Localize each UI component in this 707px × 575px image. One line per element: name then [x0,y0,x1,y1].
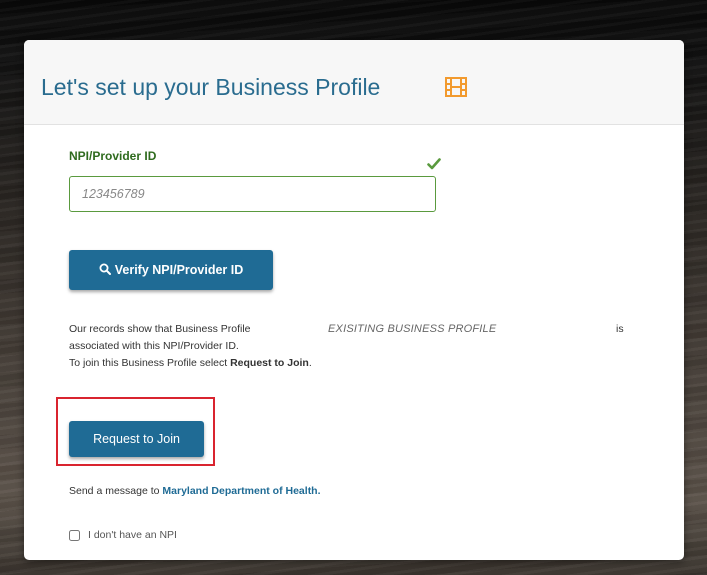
message-prefix: Send a message to [69,485,160,497]
film-icon [445,77,467,102]
records-line-1: Our records show that Business Profile E… [69,321,649,338]
records-text-1: Our records show that Business Profile [69,323,251,335]
records-text-2: associated with this NPI/Provider ID. [69,340,239,352]
card-header: Let's set up your Business Profile [24,40,684,125]
request-to-join-button[interactable]: Request to Join [69,421,204,457]
message-row: Send a message to Maryland Department of… [69,485,321,497]
no-npi-option[interactable]: I don't have an NPI [69,529,177,541]
search-icon [99,263,111,278]
page-title: Let's set up your Business Profile [41,74,381,100]
records-text-is: is [616,323,624,335]
no-npi-label: I don't have an NPI [88,529,177,541]
check-icon [427,157,441,175]
npi-label: NPI/Provider ID [69,149,157,163]
no-npi-checkbox[interactable] [69,529,80,541]
npi-input[interactable] [69,176,436,212]
business-profile-card: Let's set up your Business Profile NPI/P… [24,40,684,560]
records-period: . [308,357,312,369]
business-profile-name: EXISITING BUSINESS PROFILE [328,323,497,335]
verify-npi-label: Verify NPI/Provider ID [114,263,244,277]
verify-npi-button[interactable]: Verify NPI/Provider ID [69,250,273,290]
maryland-health-link[interactable]: Maryland Department of Health. [162,485,320,497]
records-text-3: To join this Business Profile select [69,357,228,369]
records-action-text: Request to Join [230,357,309,369]
records-line-2: associated with this NPI/Provider ID. [69,338,649,355]
records-info: Our records show that Business Profile E… [69,321,649,372]
records-line-3: To join this Business Profile select Req… [69,355,649,372]
